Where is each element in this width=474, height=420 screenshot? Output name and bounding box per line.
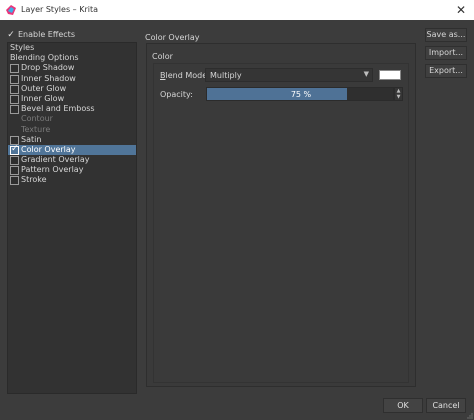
blend-mode-value: Multiply xyxy=(210,71,242,80)
styles-subitem: Contour xyxy=(8,114,136,124)
checkbox[interactable] xyxy=(10,156,19,166)
styles-list-item[interactable]: Drop Shadow xyxy=(8,63,136,74)
checkbox[interactable] xyxy=(10,84,19,94)
export-label: Export... xyxy=(429,66,463,75)
save-as-button[interactable]: Save as... xyxy=(425,28,467,42)
checkbox[interactable] xyxy=(10,94,19,104)
check-icon: ✓ xyxy=(11,143,19,154)
group-title: Color xyxy=(152,52,173,61)
checkbox[interactable]: ✓ xyxy=(10,143,19,155)
save-as-label: Save as... xyxy=(426,30,466,39)
export-button[interactable]: Export... xyxy=(425,64,467,78)
styles-item-label: Inner Shadow xyxy=(21,73,76,83)
styles-item-label: Satin xyxy=(21,134,42,144)
checkbox[interactable] xyxy=(10,166,19,176)
enable-effects-label: Enable Effects xyxy=(18,30,75,39)
checkbox[interactable] xyxy=(10,74,19,84)
styles-list-item[interactable]: Satin xyxy=(8,135,136,145)
styles-item-label: Inner Glow xyxy=(21,93,65,103)
opacity-slider[interactable]: 75 % xyxy=(206,87,394,101)
styles-item-label: Outer Glow xyxy=(21,83,67,93)
window-title: Layer Styles – Krita xyxy=(21,5,98,14)
color-group-box xyxy=(153,63,409,383)
enable-effects-checkbox[interactable]: ✓ Enable Effects xyxy=(7,29,75,41)
styles-list-item[interactable]: Stroke xyxy=(8,175,136,186)
styles-item-label: Contour xyxy=(21,114,53,124)
chevron-down-icon: ▼ xyxy=(363,70,369,78)
styles-item-label: Stroke xyxy=(21,175,47,185)
spin-down-icon[interactable]: ▼ xyxy=(395,94,402,100)
styles-item-label: Drop Shadow xyxy=(21,63,75,73)
styles-item-label: Texture xyxy=(21,124,51,134)
styles-list-item[interactable]: Pattern Overlay xyxy=(8,165,136,176)
styles-item-label: Gradient Overlay xyxy=(21,155,90,165)
styles-list-item[interactable]: Gradient Overlay xyxy=(8,155,136,166)
resize-grip-icon[interactable] xyxy=(467,413,473,419)
blend-mode-select[interactable]: Multiply ▼ xyxy=(205,68,373,82)
cancel-button[interactable]: Cancel xyxy=(426,398,466,413)
import-button[interactable]: Import... xyxy=(425,46,467,60)
blend-mode-label: Blend Mode: xyxy=(160,71,210,80)
styles-list-item[interactable]: ✓ Color Overlay xyxy=(8,143,136,156)
overlay-color-swatch[interactable] xyxy=(379,70,401,80)
opacity-label: Opacity: xyxy=(160,90,193,99)
panel-title: Color Overlay xyxy=(145,33,200,42)
styles-subitem: Texture xyxy=(8,125,136,135)
styles-item-label: Bevel and Emboss xyxy=(21,104,95,114)
styles-list-item[interactable]: Outer Glow xyxy=(8,84,136,94)
checkbox[interactable] xyxy=(10,176,19,186)
checkbox[interactable] xyxy=(10,105,19,115)
opacity-value: 75 % xyxy=(290,90,312,99)
styles-list-item[interactable]: Inner Glow xyxy=(8,94,136,104)
styles-list[interactable]: Styles Blending Options Drop Shadow Inner… xyxy=(7,42,137,394)
title-bar: Layer Styles – Krita ✕ xyxy=(0,0,474,20)
opacity-spin-buttons[interactable]: ▲ ▼ xyxy=(394,87,403,101)
ok-button[interactable]: OK xyxy=(383,398,423,413)
styles-header: Styles xyxy=(10,43,35,52)
styles-list-item[interactable]: Inner Shadow xyxy=(8,74,136,84)
styles-item-label: Color Overlay xyxy=(21,144,76,154)
checkbox[interactable] xyxy=(10,64,19,74)
cancel-label: Cancel xyxy=(432,401,460,410)
close-icon[interactable]: ✕ xyxy=(452,1,470,19)
import-label: Import... xyxy=(428,48,464,57)
styles-item-label: Pattern Overlay xyxy=(21,165,84,175)
styles-list-item[interactable]: Bevel and Emboss xyxy=(8,104,136,115)
ok-label: OK xyxy=(397,401,409,410)
check-icon: ✓ xyxy=(7,30,15,40)
krita-app-icon xyxy=(6,5,16,15)
blending-options-item[interactable]: Blending Options xyxy=(8,53,136,63)
